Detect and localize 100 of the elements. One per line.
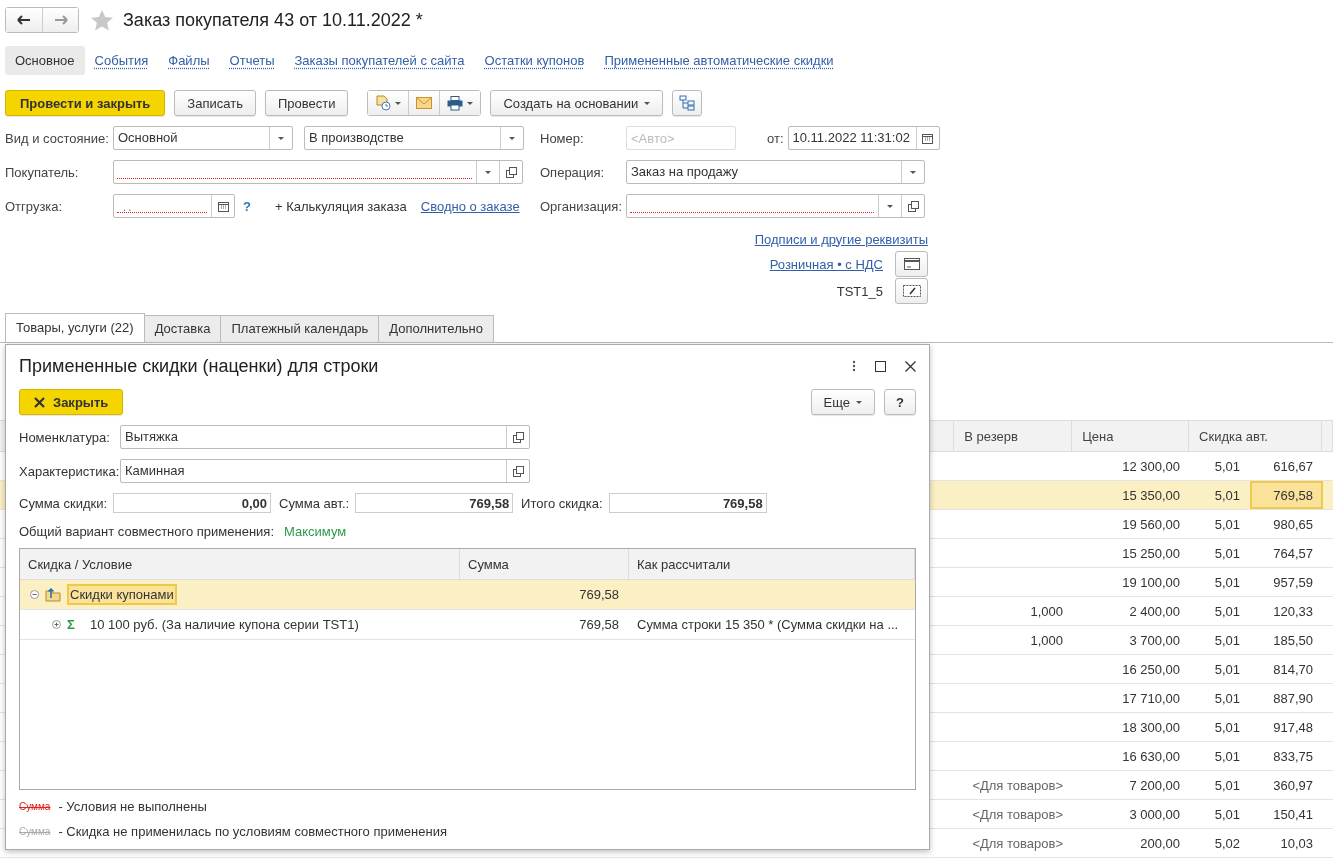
buyer-field[interactable] <box>113 160 523 184</box>
table-cell: 957,59 <box>1273 574 1313 590</box>
tree-row[interactable]: Скидки купонами 769,58 <box>20 580 915 610</box>
table-cell: 764,57 <box>1273 545 1313 561</box>
help-link[interactable]: ? <box>243 198 251 214</box>
back-button[interactable] <box>6 8 42 32</box>
table-cell: 150,41 <box>1273 806 1313 822</box>
table-cell: <Для товаров> <box>972 777 1063 793</box>
printer-icon <box>447 95 464 111</box>
table-cell: 7 200,00 <box>1129 777 1180 793</box>
table-cell: 1,000 <box>1030 632 1063 648</box>
field-label: Итого скидка: <box>521 495 603 511</box>
create-based-on-button[interactable]: Создать на основании <box>490 90 664 116</box>
auto-sum-field[interactable]: 769,58 <box>355 493 514 513</box>
section-tab[interactable]: Файлы <box>158 45 220 75</box>
calendar-icon[interactable] <box>217 200 229 212</box>
calendar-icon[interactable] <box>922 132 933 144</box>
section-tab[interactable]: Примененные автоматические скидки <box>594 45 844 75</box>
legend-text: - Скидка не применилась по условиям совместного применения <box>58 824 447 839</box>
more-icon[interactable] <box>852 360 856 372</box>
discount-button[interactable] <box>895 278 928 304</box>
table-cell: 15 250,00 <box>1122 545 1180 561</box>
print-button[interactable] <box>439 91 481 115</box>
structure-button[interactable] <box>672 90 703 116</box>
expander-icon[interactable] <box>52 620 61 629</box>
table-cell: 360,97 <box>1273 777 1313 793</box>
variant-value: Максимум <box>284 523 347 539</box>
total-discount-field[interactable]: 769,58 <box>608 493 767 513</box>
document-menu-button[interactable] <box>368 91 409 115</box>
field-label: от: <box>767 130 784 146</box>
price-type-link[interactable]: Розничная • с НДС <box>769 256 883 272</box>
table-cell: 814,70 <box>1273 661 1313 677</box>
number-field[interactable]: <Авто> <box>626 126 736 150</box>
table-cell: 980,65 <box>1273 516 1313 532</box>
section-tab[interactable]: Основное <box>5 45 85 75</box>
maximize-icon[interactable] <box>875 360 886 372</box>
field-label: Сумма скидки: <box>19 495 108 511</box>
field-label: Характеристика: <box>19 463 120 479</box>
tab[interactable]: Товары, услуги (22) <box>5 313 145 342</box>
help-button[interactable]: ? <box>884 389 916 415</box>
section-tab[interactable]: Остатки купонов <box>474 45 595 75</box>
tab[interactable]: Платежный календарь <box>220 315 380 342</box>
star-icon[interactable] <box>91 9 113 31</box>
table-cell: 5,01 <box>1214 748 1240 764</box>
open-icon[interactable] <box>512 465 524 477</box>
save-button[interactable]: Записать <box>174 90 256 116</box>
folder-icon <box>45 587 61 602</box>
table-cell: 5,01 <box>1214 690 1240 706</box>
discount-sum-field[interactable]: 0,00 <box>113 493 272 513</box>
tab[interactable]: Доставка <box>143 315 222 342</box>
table-cell: 5,01 <box>1214 603 1240 619</box>
variant-label: Общий вариант совместного применения: <box>19 523 274 539</box>
table-cell: 5,01 <box>1214 487 1240 503</box>
table-cell: 120,33 <box>1273 603 1313 619</box>
legend-sample: Сумма <box>19 826 51 837</box>
section-tab[interactable]: Заказы покупателей с сайта <box>284 45 475 75</box>
organization-field[interactable] <box>626 194 925 218</box>
table-cell: 5,01 <box>1214 661 1240 677</box>
field-label: Покупатель: <box>5 164 80 180</box>
table-cell: Сумма строки 15 350 * (Сумма скидки на ... <box>637 617 899 632</box>
table-cell: 917,48 <box>1273 719 1313 735</box>
table-cell: 887,90 <box>1273 690 1313 706</box>
close-icon[interactable] <box>905 360 916 372</box>
card-button[interactable] <box>895 251 928 277</box>
table-cell: 769,58 <box>1273 487 1313 503</box>
open-icon[interactable] <box>512 431 524 443</box>
close-button[interactable]: Закрыть <box>19 389 124 415</box>
table-cell: 5,02 <box>1214 835 1240 851</box>
summary-link[interactable]: Сводно о заказе <box>420 198 520 214</box>
section-tab[interactable]: События <box>84 45 159 75</box>
legend-sample: Сумма <box>19 801 51 812</box>
card-icon <box>903 258 920 270</box>
expander-icon[interactable] <box>30 590 39 599</box>
kind-select[interactable]: Основной <box>113 126 293 150</box>
table-cell: 769,58 <box>579 587 619 602</box>
date-field[interactable]: 10.11.2022 11:31:02 <box>787 126 940 150</box>
table-cell: <Для товаров> <box>972 806 1063 822</box>
characteristic-field[interactable]: Каминная <box>120 459 530 483</box>
nomenclature-field[interactable]: Вытяжка <box>120 425 530 449</box>
table-cell: 5,01 <box>1214 458 1240 474</box>
field-label: Вид и состояние: <box>5 130 110 146</box>
post-and-close-button[interactable]: Провести и закрыть <box>5 90 166 116</box>
table-cell: 200,00 <box>1140 835 1180 851</box>
open-icon[interactable] <box>505 166 517 178</box>
state-select[interactable]: В производстве <box>304 126 524 150</box>
shipment-date-field[interactable]: . . <box>113 194 235 218</box>
more-button[interactable]: Еще <box>810 389 876 415</box>
signatures-link[interactable]: Подписи и другие реквизиты <box>754 231 928 247</box>
table-cell: 5,01 <box>1214 574 1240 590</box>
calculation-link[interactable]: + Калькуляция заказа <box>274 198 407 214</box>
document-clock-icon <box>375 95 392 111</box>
open-icon[interactable] <box>907 200 919 212</box>
section-tab[interactable]: Отчеты <box>219 45 285 75</box>
operation-select[interactable]: Заказ на продажу <box>626 160 925 184</box>
tree-row[interactable]: Σ 10 100 руб. (За наличие купона серии TST1) 769,58 Сумма строки 15 350 * (Сумма скидки на ... <box>20 610 915 640</box>
table-cell: 3 700,00 <box>1129 632 1180 648</box>
post-button[interactable]: Провести <box>264 90 349 116</box>
field-label: Номер: <box>540 130 585 146</box>
structure-icon <box>679 95 696 111</box>
tab[interactable]: Дополнительно <box>378 315 494 342</box>
